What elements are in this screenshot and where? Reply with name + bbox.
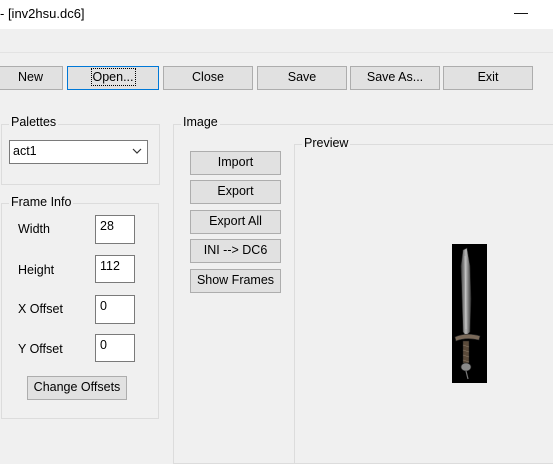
- import-button[interactable]: Import: [190, 151, 281, 175]
- minimize-button[interactable]: —: [501, 0, 541, 29]
- show-frames-button-label: Show Frames: [196, 273, 275, 287]
- change-offsets-button[interactable]: Change Offsets: [27, 376, 127, 400]
- ini-to-dc6-button-label: INI --> DC6: [203, 243, 268, 257]
- preview-group: [294, 144, 553, 464]
- save-as-button[interactable]: Save As...: [350, 66, 440, 90]
- show-frames-button[interactable]: Show Frames: [190, 269, 281, 293]
- height-field[interactable]: 112: [95, 255, 135, 283]
- chevron-down-icon: [132, 148, 142, 154]
- open-button[interactable]: Open...: [67, 66, 159, 90]
- ini-to-dc6-button[interactable]: INI --> DC6: [190, 239, 281, 263]
- width-label: Width: [18, 222, 50, 236]
- y-offset-field[interactable]: 0: [95, 334, 135, 362]
- save-button-label: Save: [287, 70, 317, 84]
- exit-button[interactable]: Exit: [443, 66, 533, 90]
- palette-select[interactable]: act1: [9, 140, 148, 164]
- palette-select-value: act1: [13, 144, 37, 158]
- export-button[interactable]: Export: [190, 180, 281, 204]
- exit-button-label: Exit: [477, 70, 499, 84]
- new-button[interactable]: New: [0, 66, 63, 90]
- sprite-preview: [452, 244, 487, 383]
- x-offset-field[interactable]: 0: [95, 295, 135, 324]
- height-label: Height: [18, 263, 55, 277]
- width-field[interactable]: 28: [95, 215, 135, 244]
- minimize-icon: —: [514, 4, 528, 20]
- preview-legend: Preview: [302, 136, 351, 150]
- frame-info-legend: Frame Info: [9, 195, 74, 209]
- change-offsets-button-label: Change Offsets: [33, 380, 121, 394]
- save-as-button-label: Save As...: [366, 70, 424, 84]
- new-button-label: New: [17, 70, 43, 84]
- save-button[interactable]: Save: [257, 66, 347, 90]
- sword-icon: [454, 247, 481, 380]
- x-offset-label: X Offset: [18, 302, 63, 316]
- close-button[interactable]: Close: [163, 66, 253, 90]
- import-button-label: Import: [217, 155, 254, 169]
- title-bar: - [inv2hsu.dc6] —: [0, 0, 553, 29]
- export-all-button[interactable]: Export All: [190, 210, 281, 234]
- export-button-label: Export: [217, 184, 254, 198]
- window-title: - [inv2hsu.dc6]: [0, 6, 85, 21]
- toolbar-separator: [0, 52, 553, 53]
- y-offset-label: Y Offset: [18, 342, 63, 356]
- palettes-legend: Palettes: [9, 115, 59, 129]
- export-all-button-label: Export All: [209, 214, 262, 228]
- image-legend: Image: [181, 115, 220, 129]
- close-button-label: Close: [192, 70, 224, 84]
- open-button-label: Open...: [90, 68, 136, 86]
